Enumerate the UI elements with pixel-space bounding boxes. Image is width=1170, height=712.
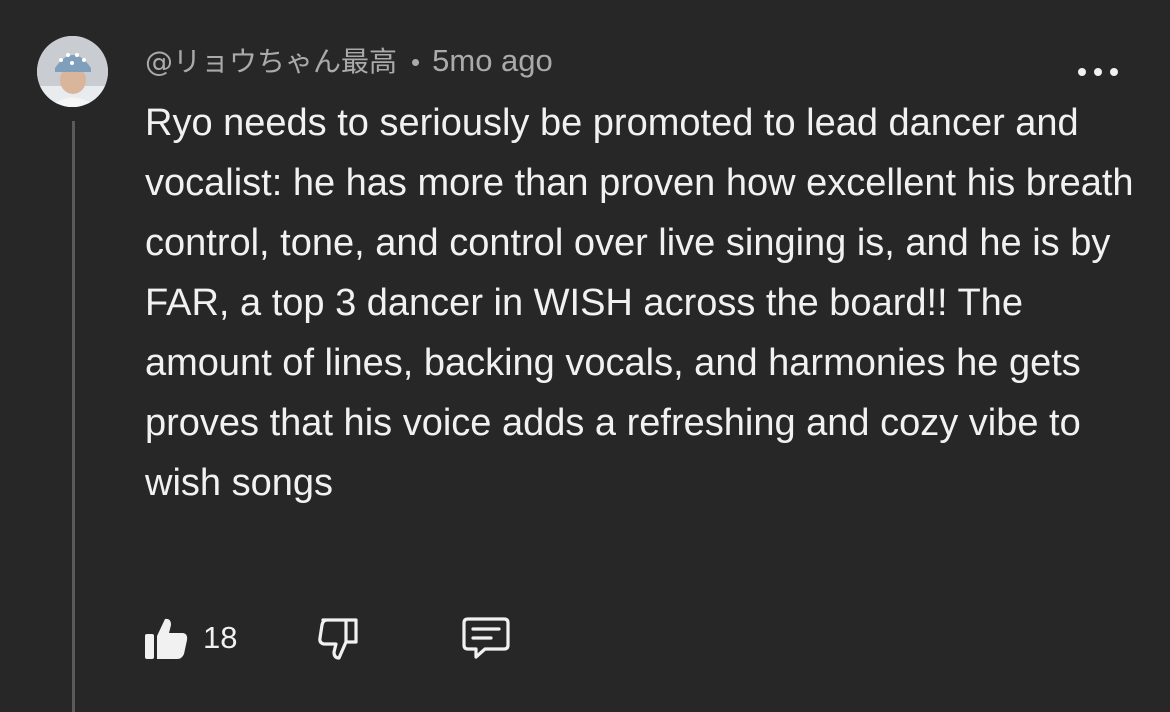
like-button[interactable]: 18	[143, 612, 237, 664]
comment-meta: @リョウちゃん最高 • 5mo ago	[145, 40, 553, 82]
more-options-button[interactable]	[1078, 60, 1118, 84]
more-horizontal-icon	[1078, 68, 1086, 76]
avatar[interactable]	[37, 36, 108, 107]
avatar-image	[37, 36, 108, 107]
timestamp[interactable]: 5mo ago	[432, 43, 553, 78]
thumbs-down-outline-icon	[318, 618, 358, 660]
comment-text: Ryo needs to seriously be promoted to le…	[145, 102, 1134, 504]
author-handle[interactable]: @リョウちゃん最高	[145, 45, 397, 78]
meta-separator: •	[411, 47, 421, 77]
thread-line	[72, 121, 75, 712]
like-count: 18	[203, 620, 238, 655]
dislike-button[interactable]	[315, 612, 361, 664]
comment-reply-icon	[462, 617, 510, 659]
thumbs-up-filled-icon	[145, 618, 188, 659]
reply-button[interactable]	[461, 612, 511, 664]
